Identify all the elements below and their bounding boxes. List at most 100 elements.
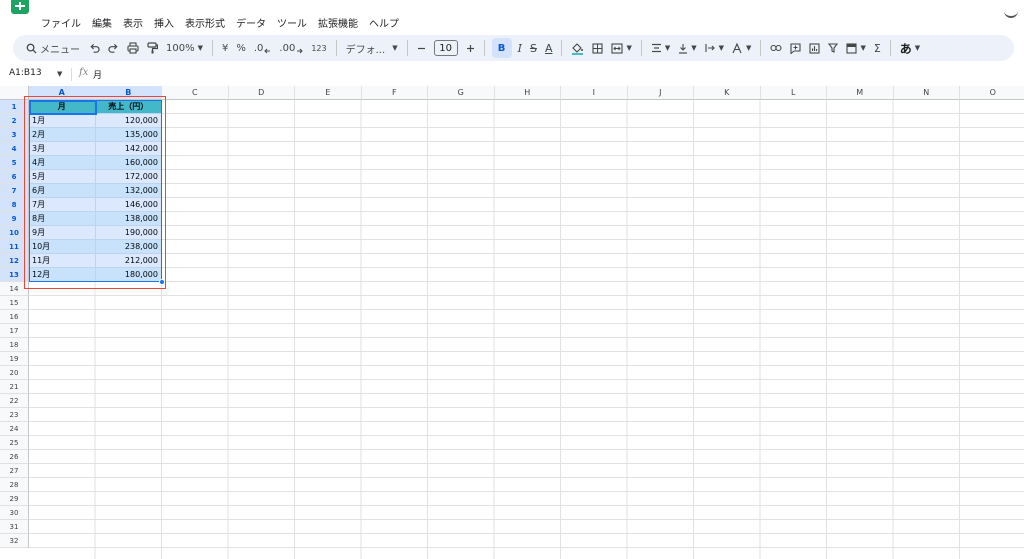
cell[interactable]: 11月 (29, 254, 96, 268)
cell[interactable]: 月 (29, 100, 96, 114)
cell[interactable]: 146,000 (95, 198, 162, 212)
row-header[interactable]: 4 (0, 142, 29, 156)
row-header[interactable]: 19 (0, 352, 29, 366)
row-header[interactable]: 26 (0, 450, 29, 464)
menu-item[interactable]: ファイル (41, 15, 81, 30)
column-header-h[interactable]: H (494, 86, 561, 100)
column-header-a[interactable]: A (29, 86, 96, 100)
font-family-select[interactable]: デフォ... ▼ (342, 38, 402, 58)
cell[interactable]: 135,000 (95, 128, 162, 142)
font-size-increase-button[interactable] (462, 38, 479, 58)
name-box[interactable]: A1:B13 (9, 68, 42, 78)
row-header[interactable]: 5 (0, 156, 29, 170)
insert-chart-button[interactable] (805, 38, 824, 58)
row-header[interactable]: 24 (0, 422, 29, 436)
text-color-button[interactable]: A (541, 38, 557, 58)
row-header[interactable]: 17 (0, 324, 29, 338)
row-header[interactable]: 6 (0, 170, 29, 184)
row-header[interactable]: 22 (0, 394, 29, 408)
search-menu-button[interactable]: メニュー (21, 38, 85, 58)
row-header[interactable]: 23 (0, 408, 29, 422)
row-header[interactable]: 13 (0, 268, 29, 282)
print-button[interactable] (123, 38, 143, 58)
formula-input[interactable]: 月 (93, 68, 102, 81)
cell[interactable]: 売上（円） (95, 100, 162, 114)
redo-button[interactable] (104, 38, 123, 58)
row-header[interactable]: 30 (0, 506, 29, 520)
column-header-b[interactable]: B (95, 86, 162, 100)
percent-format-button[interactable]: % (232, 38, 250, 58)
column-header-j[interactable]: J (627, 86, 694, 100)
cell[interactable]: 120,000 (95, 114, 162, 128)
increase-decimal-button[interactable]: .00 (275, 38, 307, 58)
cell-area[interactable] (29, 100, 1024, 559)
fill-color-button[interactable] (567, 38, 588, 58)
horizontal-align-button[interactable]: ▼ (647, 38, 674, 58)
cell[interactable]: 5月 (29, 170, 96, 184)
font-size-input[interactable]: 10 (433, 40, 458, 56)
cell[interactable]: 3月 (29, 142, 96, 156)
font-size-decrease-button[interactable] (413, 38, 430, 58)
row-header[interactable]: 28 (0, 478, 29, 492)
insert-link-button[interactable] (766, 38, 786, 58)
row-header[interactable]: 15 (0, 296, 29, 310)
column-header-o[interactable]: O (960, 86, 1024, 100)
merge-cells-button[interactable]: ▼ (607, 38, 635, 58)
column-header-f[interactable]: F (361, 86, 428, 100)
row-header[interactable]: 14 (0, 282, 29, 296)
cell[interactable]: 1月 (29, 114, 96, 128)
row-header[interactable]: 7 (0, 184, 29, 198)
functions-button[interactable]: Σ (870, 38, 885, 58)
row-header[interactable]: 3 (0, 128, 29, 142)
cell[interactable]: 6月 (29, 184, 96, 198)
column-header-d[interactable]: D (228, 86, 295, 100)
menu-item[interactable]: データ (236, 15, 266, 30)
row-header[interactable]: 10 (0, 226, 29, 240)
menu-item[interactable]: 編集 (92, 15, 112, 30)
number-format-button[interactable]: 123 (307, 38, 330, 58)
cell[interactable]: 7月 (29, 198, 96, 212)
vertical-align-button[interactable]: ▼ (674, 38, 700, 58)
row-header[interactable]: 18 (0, 338, 29, 352)
input-tools-button[interactable]: あ ▼ (896, 38, 924, 58)
cell[interactable]: 172,000 (95, 170, 162, 184)
menu-item[interactable]: 挿入 (154, 15, 174, 30)
bold-button[interactable]: B (491, 38, 512, 58)
column-header-c[interactable]: C (162, 86, 229, 100)
strikethrough-button[interactable]: S (526, 38, 541, 58)
column-header-i[interactable]: I (561, 86, 628, 100)
row-header[interactable]: 2 (0, 114, 29, 128)
cell[interactable]: 180,000 (95, 268, 162, 282)
undo-button[interactable] (85, 38, 104, 58)
menu-item[interactable]: 拡張機能 (318, 15, 358, 30)
cell[interactable]: 238,000 (95, 240, 162, 254)
cell[interactable]: 212,000 (95, 254, 162, 268)
column-header-l[interactable]: L (760, 86, 827, 100)
decrease-decimal-button[interactable]: .0 (250, 38, 276, 58)
row-header[interactable]: 29 (0, 492, 29, 506)
column-header-m[interactable]: M (827, 86, 894, 100)
menu-item[interactable]: 表示 (123, 15, 143, 30)
row-header[interactable]: 32 (0, 534, 29, 548)
row-header[interactable]: 16 (0, 310, 29, 324)
account-icon[interactable] (1004, 4, 1018, 18)
cell[interactable]: 132,000 (95, 184, 162, 198)
select-all-corner[interactable] (0, 86, 29, 100)
zoom-select[interactable]: 100% ▼ (162, 38, 207, 58)
text-wrap-button[interactable]: ▼ (701, 38, 728, 58)
cell[interactable]: 10月 (29, 240, 96, 254)
row-header[interactable]: 31 (0, 520, 29, 534)
italic-button[interactable]: I (514, 38, 526, 58)
filter-views-button[interactable]: ▼ (842, 38, 869, 58)
column-header-e[interactable]: E (295, 86, 362, 100)
fill-handle[interactable] (159, 279, 165, 285)
row-header[interactable]: 20 (0, 366, 29, 380)
insert-comment-button[interactable] (786, 38, 805, 58)
cell[interactable]: 4月 (29, 156, 96, 170)
column-header-g[interactable]: G (428, 86, 495, 100)
filter-button[interactable] (824, 38, 842, 58)
spreadsheet-grid[interactable]: ABCDEFGHIJKLMNO 1 2 3 4 5 6 7 8 9 10 11 12 13 14 15 16 1… (0, 86, 1024, 559)
row-header[interactable]: 1 (0, 100, 29, 114)
menu-item[interactable]: 表示形式 (185, 15, 225, 30)
cell[interactable]: 12月 (29, 268, 96, 282)
